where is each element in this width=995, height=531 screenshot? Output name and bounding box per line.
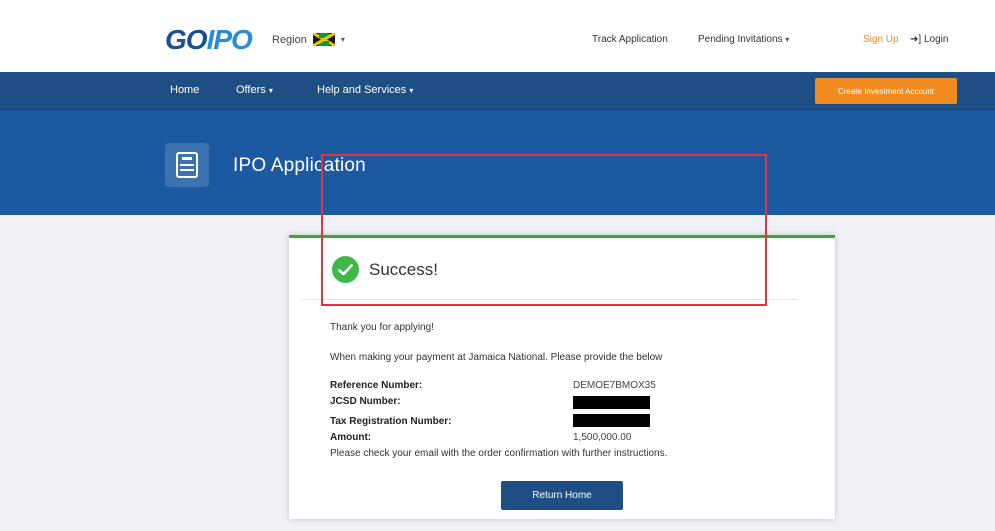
thank-you-text: Thank you for applying! xyxy=(330,322,434,333)
logo-go-text: GO xyxy=(165,24,208,55)
reference-number-value: DEMOE7BMOX35 xyxy=(573,380,656,391)
nav-help-label: Help and Services xyxy=(317,84,407,96)
nav-help-and-services[interactable]: Help and Services ▾ xyxy=(317,84,413,96)
amount-label: Amount: xyxy=(330,432,372,443)
nav-offers[interactable]: Offers ▾ xyxy=(236,84,273,96)
top-header: GOIPO Region ▾ Track Application Pending… xyxy=(0,0,995,72)
jcsd-number-label: JCSD Number: xyxy=(330,396,401,407)
payment-instruction-text: When making your payment at Jamaica Nati… xyxy=(330,352,663,363)
login-label: Login xyxy=(923,34,949,45)
application-form-icon xyxy=(165,143,209,187)
jamaica-flag-icon xyxy=(312,33,335,46)
pending-invitations-menu[interactable]: Pending Invitations ▾ xyxy=(698,34,789,45)
login-link[interactable]: ➜] Login xyxy=(910,34,948,45)
track-application-link[interactable]: Track Application xyxy=(592,34,668,45)
create-investment-account-button[interactable]: Create Investment Account xyxy=(815,78,957,104)
logo-ipo-text: IPO xyxy=(206,24,253,55)
return-home-button[interactable]: Return Home xyxy=(501,481,623,510)
tax-registration-number-redacted xyxy=(573,414,650,427)
chevron-down-icon: ▾ xyxy=(409,86,414,95)
login-icon: ➜] xyxy=(910,34,922,45)
highlight-annotation-box xyxy=(321,154,767,306)
jcsd-number-redacted xyxy=(573,396,650,409)
amount-value: 1,500,000.00 xyxy=(573,432,632,443)
region-selector[interactable]: Region ▾ xyxy=(272,33,345,46)
sign-up-link[interactable]: Sign Up xyxy=(863,34,899,45)
pending-invitations-label: Pending Invitations xyxy=(698,34,783,45)
chevron-down-icon: ▾ xyxy=(340,35,345,44)
chevron-down-icon: ▾ xyxy=(268,86,273,95)
chevron-down-icon: ▾ xyxy=(785,35,790,44)
tax-registration-number-label: Tax Registration Number: xyxy=(330,416,452,427)
goipo-logo[interactable]: GOIPO xyxy=(165,24,253,56)
nav-home[interactable]: Home xyxy=(170,84,199,96)
email-note-text: Please check your email with the order c… xyxy=(330,448,668,459)
region-label: Region xyxy=(272,33,307,46)
reference-number-label: Reference Number: xyxy=(330,380,423,391)
nav-offers-label: Offers xyxy=(236,84,266,96)
